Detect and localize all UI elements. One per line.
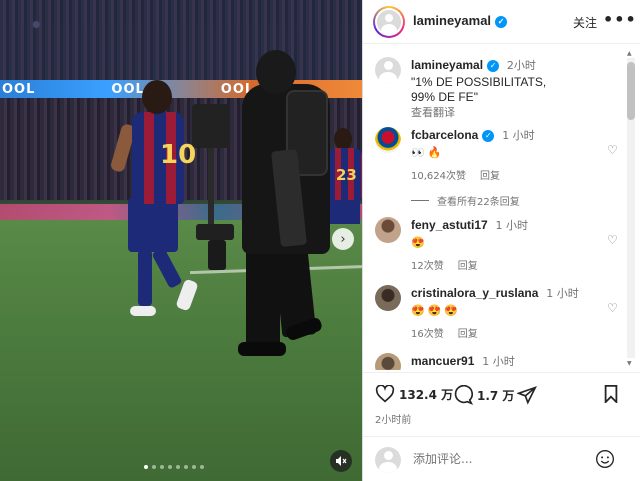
led-text-1: OOL [2,81,36,97]
heart-icon[interactable]: ♡ [607,143,619,157]
share-action[interactable] [517,385,537,405]
reply-button[interactable]: 回复 [458,325,478,340]
chevron-right-icon[interactable]: › [332,228,354,250]
comments-scroll-area[interactable]: lamineyamal ✓ 2小时 "1% DE POSSIBILITATS, 9… [363,45,640,370]
comment-time: 1 小时 [502,129,535,142]
verified-badge-icon: ✓ [487,59,500,72]
comment-time: 1 小时 [482,355,515,368]
emoji-picker-icon[interactable] [595,449,615,469]
scrollbar-thumb[interactable] [627,62,635,120]
avatar[interactable] [375,285,401,311]
gallery-dot[interactable] [160,465,164,469]
avatar[interactable] [375,57,401,83]
avatar [375,447,401,473]
comment-input[interactable] [413,449,583,469]
player-23-shorts [330,200,360,224]
player-23-head [334,128,352,150]
heart-icon [375,385,395,403]
emoji-heart-eyes: 😍 [411,305,425,317]
emoji-fire: 🔥 [427,147,442,159]
comment-count: 1.7 万 [477,388,515,403]
verified-badge-icon: ✓ [495,15,508,28]
translate-link[interactable]: 查看翻译 [411,106,621,121]
emoji-heart-eyes: 😍 [411,237,425,249]
camera-gimbal [192,104,230,148]
avatar[interactable] [375,217,401,243]
caption-time: 2小时 [506,59,536,72]
like-action[interactable]: 132.4 万 [375,385,453,403]
cameraman-shoe [238,342,286,356]
comment-action[interactable]: 1.7 万 [453,385,514,405]
comment-username[interactable]: feny_astuti17 [411,218,488,232]
gallery-indicator [144,465,204,469]
player-number: 10 [160,140,197,170]
gimbal-pole [208,148,214,228]
divider [411,200,429,201]
header-username[interactable]: lamineyamal ✓ [413,13,508,28]
player-boot [130,306,156,316]
posted-time: 2小时前 [375,415,412,426]
comment-username[interactable]: fcbarcelona [411,128,478,142]
reply-button[interactable]: 回复 [480,167,500,182]
cameraman-head [256,50,296,94]
comment-likes[interactable]: 12次赞 [411,257,444,272]
speaker-off-icon [336,456,347,466]
follow-button[interactable]: 关注 [573,14,597,31]
view-replies-label[interactable]: 查看所有22条回复 [437,193,520,208]
player-shorts [128,198,178,252]
post-photo[interactable]: OOL OOL OOL 10 23 › [0,0,362,481]
share-icon [517,386,537,405]
heart-icon[interactable]: ♡ [607,233,619,247]
caption-text-line1: "1% DE POSSIBILITATS, [411,75,547,89]
stadium-crowd-upper [0,0,362,82]
comment-likes[interactable]: 16次赞 [411,325,444,340]
avatar[interactable] [375,127,401,153]
player-23-number: 23 [336,166,357,184]
comment-likes[interactable]: 10,624次赞 [411,167,466,182]
username-text[interactable]: lamineyamal [413,13,491,28]
more-options-icon[interactable]: ••• [603,10,637,29]
mute-icon[interactable] [330,450,352,472]
verified-badge-icon: ✓ [482,129,495,142]
player-leg [138,250,152,306]
comment-username[interactable]: cristinalora_y_ruslana [411,286,538,300]
led-text-2: OOL [111,81,145,97]
post-header: lamineyamal ✓ 关注 ••• [363,0,640,44]
scroll-up-arrow-icon[interactable]: ▲ [627,50,632,57]
avatar[interactable] [375,353,401,370]
view-replies-button[interactable]: 查看所有22条回复 [411,193,520,208]
gallery-dot[interactable] [184,465,188,469]
gimbal-weight [208,240,226,270]
gallery-dot[interactable] [152,465,156,469]
caption-username[interactable]: lamineyamal [411,58,483,72]
avatar-placeholder-icon [377,10,401,34]
post-side-panel: lamineyamal ✓ 关注 ••• lamineyamal ✓ 2小时 "1%… [362,0,640,481]
gallery-dot[interactable] [168,465,172,469]
heart-icon[interactable]: ♡ [607,301,619,315]
comment-icon [454,385,473,405]
emoji-heart-eyes: 😍 [427,305,442,317]
gallery-dot[interactable] [192,465,196,469]
like-count: 132.4 万 [399,387,454,402]
comment-time: 1 小时 [546,287,579,300]
gimbal-base [196,224,234,240]
emoji-eyes: 👀 [411,147,425,159]
gallery-dot[interactable] [176,465,180,469]
comment-username[interactable]: mancuer91 [411,354,474,368]
emoji-heart-eyes: 😍 [444,305,459,317]
gallery-dot[interactable] [144,465,148,469]
save-action[interactable] [603,385,619,403]
reply-button[interactable]: 回复 [458,257,478,272]
caption-text-line2: 99% DE FE" [411,90,478,104]
gallery-dot[interactable] [200,465,204,469]
comment-composer [363,436,640,481]
avatar[interactable] [373,6,405,38]
comment-time: 1 小时 [495,219,529,232]
bookmark-icon [604,385,618,403]
post-actions: 132.4 万 1.7 万 2小时前 [363,372,640,426]
scroll-down-arrow-icon[interactable]: ▼ [627,360,632,367]
player-head [142,80,172,114]
